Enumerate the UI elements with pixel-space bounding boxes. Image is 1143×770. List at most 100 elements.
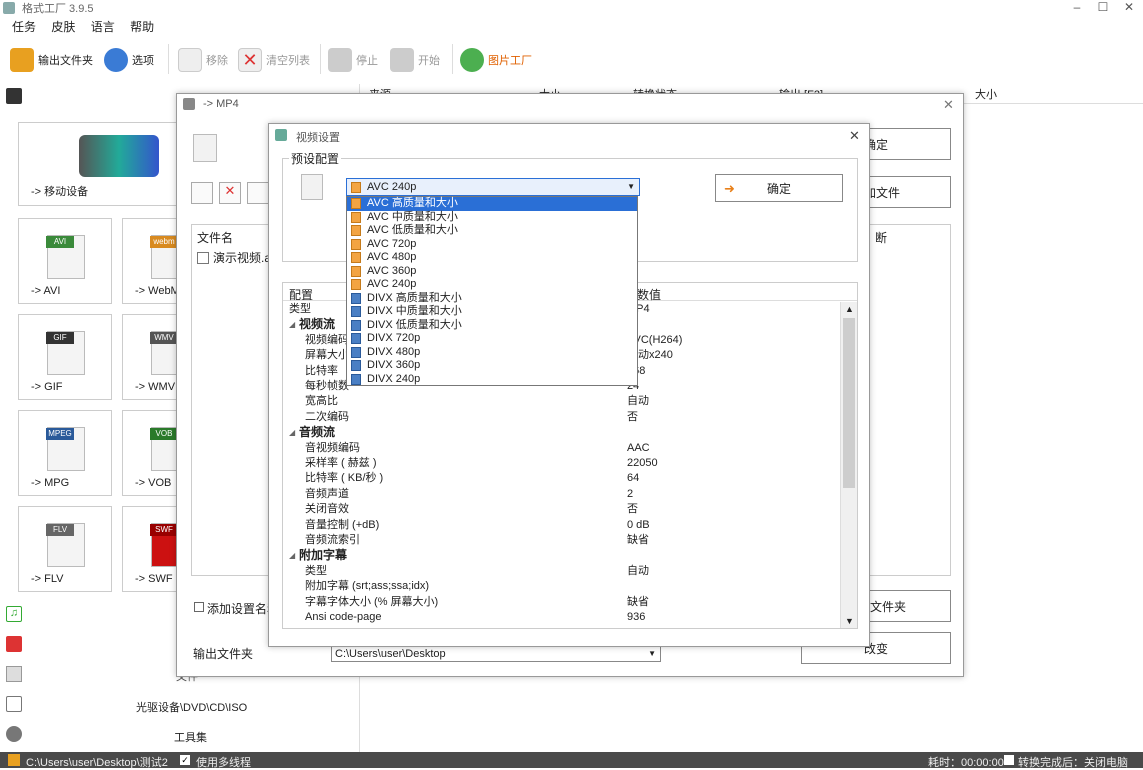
preset-option-label: AVC 高质量和大小 (367, 197, 458, 209)
play-icon[interactable] (247, 182, 269, 204)
film-icon (351, 198, 361, 209)
col-cut[interactable]: 断 (875, 229, 887, 246)
menu-help[interactable]: 帮助 (130, 18, 154, 35)
collapse-triangle-icon[interactable]: ◢ (289, 317, 295, 332)
settings-row[interactable]: 宽高比 自动 (283, 394, 853, 409)
output-folder-select[interactable]: C:\Users\user\Desktop ▼ (331, 646, 661, 662)
preset-option[interactable]: AVC 360p (347, 265, 637, 279)
setting-key: 采样率 ( 赫兹 ) (305, 457, 377, 469)
add-setting-name-checkbox[interactable] (194, 602, 204, 612)
settings-row[interactable]: 音频声道 2 (283, 487, 853, 502)
preset-option[interactable]: AVC 低质量和大小 (347, 224, 637, 238)
preset-option[interactable]: DIVX 360p (347, 359, 637, 373)
start-button[interactable]: 开始 (390, 46, 440, 74)
clear-list-button[interactable]: ✕ 清空列表 (238, 46, 310, 74)
remove-button[interactable]: 移除 (178, 46, 228, 74)
multithread-checkbox[interactable]: ✓ (180, 755, 190, 765)
setting-key: 音频流索引 (305, 534, 360, 546)
output-folder-button[interactable]: 输出文件夹 (10, 46, 93, 74)
preset-select[interactable]: AVC 240p ▼ (346, 178, 640, 196)
picture-factory-button[interactable]: 图片工厂 (460, 46, 532, 74)
preset-option[interactable]: DIVX 240p (347, 373, 637, 387)
stop-button[interactable]: 停止 (328, 46, 378, 74)
film-icon (351, 211, 361, 223)
settings-row[interactable]: 类型 自动 (283, 564, 853, 579)
tools-category-icon[interactable] (6, 726, 22, 742)
video-settings-close-icon[interactable]: ✕ (849, 128, 860, 144)
settings-row[interactable]: 附加字幕 (srt;ass;ssa;idx) (283, 579, 853, 594)
chevron-down-icon: ▼ (627, 182, 635, 191)
settings-row[interactable]: 二次编码 否 (283, 410, 853, 425)
setting-value: 否 (627, 503, 638, 516)
setting-value: 否 (627, 410, 638, 423)
menu-language[interactable]: 语言 (91, 18, 115, 35)
setting-value: 0 dB (627, 518, 650, 531)
dvd-label[interactable]: 光驱设备\DVD\CD\ISO (136, 699, 247, 715)
collapse-triangle-icon[interactable]: ◢ (289, 548, 295, 563)
preset-option[interactable]: AVC 240p (347, 278, 637, 292)
preset-option[interactable]: DIVX 低质量和大小 (347, 319, 637, 333)
format-tile-flv[interactable]: FLV -> FLV (18, 506, 112, 592)
app-icon (3, 2, 15, 14)
setting-key: 比特率 ( KB/秒 ) (305, 472, 384, 485)
dvd-category-icon[interactable] (6, 696, 22, 712)
col-size2[interactable]: 大小 (975, 86, 997, 102)
close-window-button[interactable]: ✕ (1118, 0, 1140, 14)
settings-section[interactable]: ◢ 附加字幕 (283, 548, 853, 564)
grid-scrollbar[interactable]: ▲ ▼ (840, 302, 857, 628)
scroll-down-icon[interactable]: ▼ (845, 616, 854, 626)
options-button[interactable]: 选项 (104, 46, 154, 74)
format-tile-avi[interactable]: AVI -> AVI (18, 218, 112, 304)
preset-option[interactable]: AVC 480p (347, 251, 637, 265)
settings-row[interactable]: 音量控制 (+dB) 0 dB (283, 518, 853, 533)
tools-label[interactable]: 工具集 (174, 729, 207, 745)
format-tile-mpg[interactable]: MPEG -> MPG (18, 410, 112, 496)
format-tile-gif[interactable]: GIF -> GIF (18, 314, 112, 400)
mobile-device-tile[interactable]: -> 移动设备 (18, 122, 178, 206)
settings-row[interactable]: Ansi code-page 936 (283, 610, 853, 625)
document-category-icon[interactable] (6, 666, 22, 682)
settings-row[interactable]: 字幕字体大小 (% 屏幕大小) 缺省 (283, 595, 853, 610)
menu-task[interactable]: 任务 (12, 18, 36, 35)
video-category-icon[interactable] (6, 88, 22, 104)
menu-skin[interactable]: 皮肤 (51, 18, 75, 35)
settings-section[interactable]: ◢ 音频流 (283, 425, 853, 441)
preset-ok-button[interactable]: ➜ 确定 (715, 174, 843, 202)
maximize-button[interactable]: ☐ (1092, 0, 1114, 14)
preset-option[interactable]: AVC 中质量和大小 (347, 211, 637, 225)
setting-key: 视频流 (299, 317, 336, 332)
col-value[interactable]: 数值 (637, 286, 661, 303)
col-filename[interactable]: 文件名 (197, 229, 233, 246)
col-config[interactable]: 配置 (289, 286, 313, 303)
settings-row[interactable]: 音视频编码 AAC (283, 441, 853, 456)
preset-option[interactable]: DIVX 480p (347, 346, 637, 360)
preset-option[interactable]: DIVX 高质量和大小 (347, 292, 637, 306)
preset-option[interactable]: DIVX 720p (347, 332, 637, 346)
settings-row[interactable]: 比特率 ( KB/秒 ) 64 (283, 471, 853, 486)
film-icon (351, 292, 361, 304)
picture-category-icon[interactable] (6, 636, 22, 652)
collapse-triangle-icon[interactable]: ◢ (289, 425, 295, 440)
scroll-up-icon[interactable]: ▲ (845, 304, 854, 314)
setting-key: 每秒帧数 (305, 380, 349, 392)
preset-option[interactable]: AVC 720p (347, 238, 637, 252)
settings-row[interactable]: 音频流索引 缺省 (283, 533, 853, 548)
preset-option[interactable]: AVC 高质量和大小 (347, 197, 637, 211)
settings-row[interactable]: 采样率 ( 赫兹 ) 22050 (283, 456, 853, 471)
remove-file-icon[interactable]: ✕ (219, 182, 241, 204)
toolbar: 输出文件夹 选项 移除 ✕ 清空列表 停止 开始 图片工厂 (0, 42, 1143, 78)
setting-key: 宽高比 (305, 395, 338, 408)
settings-row[interactable]: 关闭音效 否 (283, 502, 853, 517)
mp4-dialog-close-icon[interactable]: ✕ (943, 97, 954, 113)
add-file-icon[interactable] (191, 182, 213, 204)
preset-option-label: AVC 中质量和大小 (367, 210, 458, 223)
scroll-thumb[interactable] (843, 318, 855, 488)
shutdown-checkbox[interactable] (1004, 755, 1014, 765)
minimize-button[interactable]: – (1066, 0, 1088, 14)
film-icon (351, 319, 361, 331)
audio-category-icon[interactable]: ♫ (6, 606, 22, 622)
preset-option[interactable]: DIVX 中质量和大小 (347, 305, 637, 319)
preset-option-label: AVC 480p (367, 251, 417, 263)
film-icon (351, 279, 361, 290)
remove-file-icon (178, 48, 202, 72)
